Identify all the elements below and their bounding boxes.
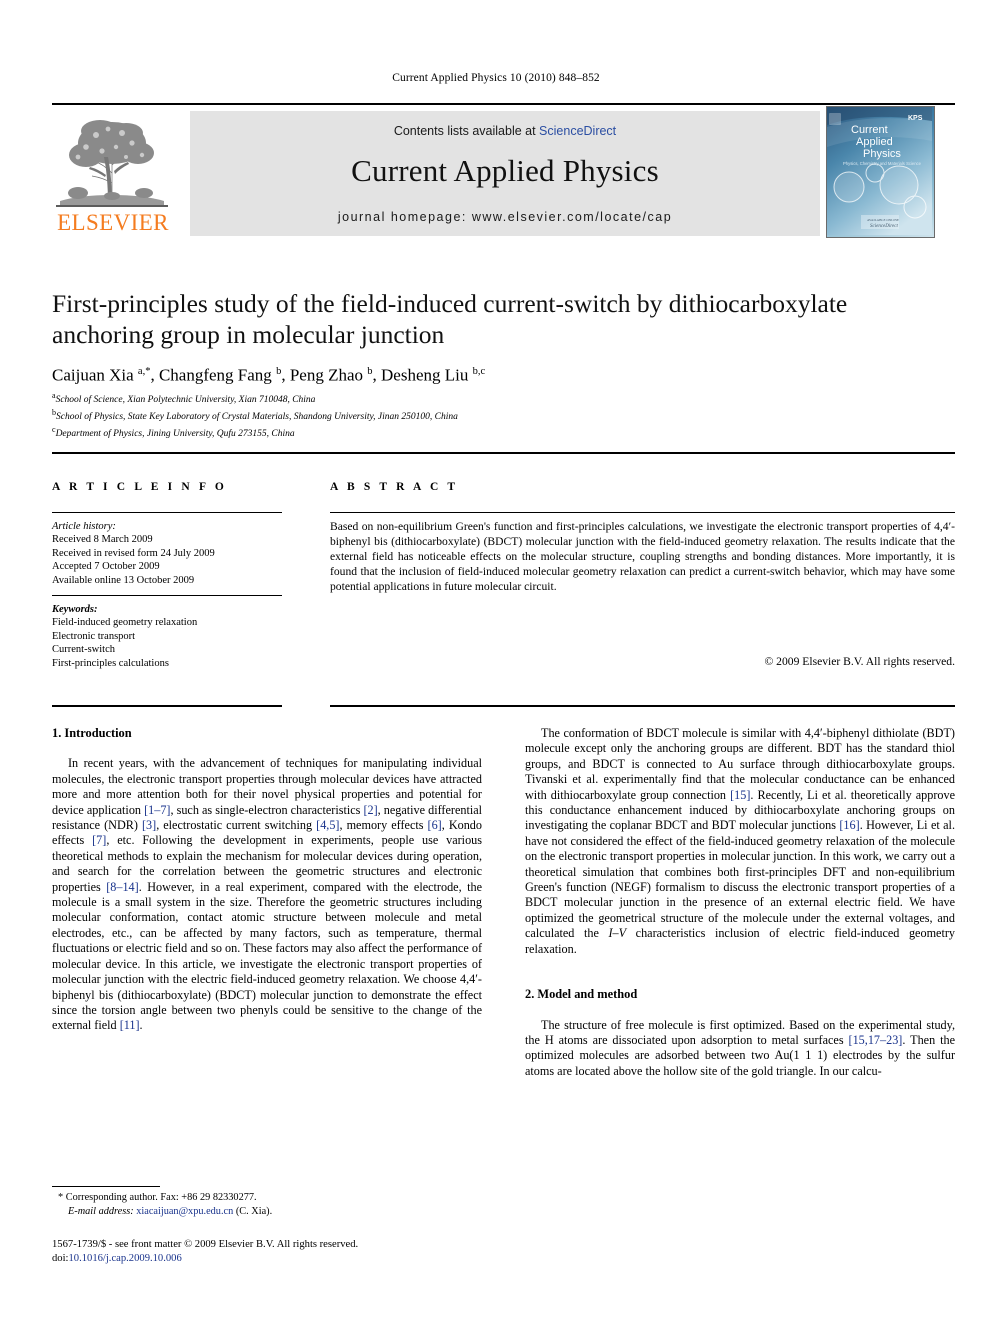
email-line: E-mail address: xiacaijuan@xpu.edu.cn (C… bbox=[58, 1205, 478, 1219]
email-label: E-mail address: bbox=[68, 1205, 134, 1217]
affiliation-b: bSchool of Physics, State Key Laboratory… bbox=[52, 407, 932, 424]
running-head: Current Applied Physics 10 (2010) 848–85… bbox=[392, 72, 600, 84]
doi-label: doi: bbox=[52, 1252, 69, 1264]
article-info-rule bbox=[52, 512, 282, 513]
history-online: Available online 13 October 2009 bbox=[52, 574, 195, 586]
article-info-heading: A R T I C L E I N F O bbox=[52, 481, 227, 493]
issn-copyright-block: 1567-1739/$ - see front matter © 2009 El… bbox=[52, 1238, 522, 1265]
svg-text:ScienceDirect: ScienceDirect bbox=[870, 224, 898, 229]
abstract-heading: A B S T R A C T bbox=[330, 481, 459, 493]
affiliation-text-c: Department of Physics, Jining University… bbox=[55, 428, 295, 439]
footnote-marker: * bbox=[58, 1192, 64, 1203]
keyword-item: Field-induced geometry relaxation bbox=[52, 617, 198, 629]
email-suffix: (C. Xia). bbox=[235, 1205, 273, 1217]
affiliation-a: aSchool of Science, Xian Polytechnic Uni… bbox=[52, 390, 932, 407]
svg-text:Current: Current bbox=[851, 124, 888, 136]
abstract-rule bbox=[330, 512, 955, 513]
sciencedirect-link[interactable]: ScienceDirect bbox=[539, 124, 616, 138]
keyword-item: Current-switch bbox=[52, 644, 115, 656]
email-link[interactable]: xiacaijuan@xpu.edu.cn bbox=[136, 1206, 233, 1217]
svg-text:AVAILABLE ONLINE: AVAILABLE ONLINE bbox=[867, 218, 899, 222]
corresponding-author-text: Corresponding author. Fax: +86 29 823302… bbox=[65, 1192, 257, 1203]
keywords-label: Keywords: bbox=[52, 604, 98, 615]
svg-text:KPS: KPS bbox=[908, 115, 923, 122]
section-heading-model-and-method: 2. Model and method bbox=[525, 987, 638, 1002]
article-history: Article history: Received 8 March 2009 R… bbox=[52, 520, 287, 587]
history-received: Received 8 March 2009 bbox=[52, 534, 153, 546]
contents-available-line: Contents lists available at ScienceDirec… bbox=[190, 124, 820, 138]
contents-prefix: Contents lists available at bbox=[393, 124, 540, 138]
model-paragraph: The structure of free molecule is first … bbox=[525, 1017, 955, 1078]
masthead-top-rule bbox=[52, 103, 955, 105]
article-history-label: Article history: bbox=[52, 521, 116, 532]
body-column-left: 1. Introduction In recent years, with th… bbox=[52, 726, 482, 1034]
abstract-text: Based on non-equilibrium Green's functio… bbox=[330, 520, 955, 594]
journal-homepage-link[interactable]: journal homepage: www.elsevier.com/locat… bbox=[190, 210, 820, 224]
footnote-rule bbox=[52, 1186, 160, 1187]
journal-masthead: ELSEVIER Contents lists available at Sci… bbox=[52, 103, 955, 238]
paper-page: Current Applied Physics 10 (2010) 848–85… bbox=[0, 0, 992, 1323]
issn-front-matter: 1567-1739/$ - see front matter © 2009 El… bbox=[52, 1239, 359, 1250]
keyword-list: Keywords: Field-induced geometry relaxat… bbox=[52, 603, 287, 670]
history-accepted: Accepted 7 October 2009 bbox=[52, 561, 160, 573]
affiliation-text-b: School of Physics, State Key Laboratory … bbox=[56, 411, 458, 422]
elsevier-tree-icon bbox=[56, 113, 168, 209]
svg-text:Physics: Physics bbox=[863, 148, 901, 160]
article-info-bottom-rule bbox=[52, 705, 282, 707]
history-revised: Received in revised form 24 July 2009 bbox=[52, 547, 215, 559]
journal-title: Current Applied Physics bbox=[351, 153, 659, 188]
intro-paragraph: In recent years, with the advancement of… bbox=[52, 756, 483, 1033]
info-block-top-rule bbox=[52, 452, 955, 454]
svg-text:Physics, Chemistry and Materia: Physics, Chemistry and Materials Science bbox=[843, 161, 922, 166]
svg-text:Applied: Applied bbox=[856, 136, 893, 148]
doi-line: doi:10.1016/j.cap.2009.10.006 bbox=[52, 1252, 522, 1266]
section-heading-introduction: 1. Introduction bbox=[52, 726, 132, 740]
keywords-rule bbox=[52, 595, 282, 596]
author-list: Caijuan Xia a,*, Changfeng Fang b, Peng … bbox=[52, 365, 486, 385]
corresponding-author-line: * Corresponding author. Fax: +86 29 8233… bbox=[58, 1191, 478, 1205]
sciencedirect-banner: Contents lists available at ScienceDirec… bbox=[190, 111, 820, 236]
affiliation-text-a: School of Science, Xian Polytechnic Univ… bbox=[55, 395, 316, 406]
doi-link[interactable]: 10.1016/j.cap.2009.10.006 bbox=[68, 1253, 181, 1264]
copyright-line: © 2009 Elsevier B.V. All rights reserved… bbox=[764, 655, 955, 668]
corresponding-author-note: * Corresponding author. Fax: +86 29 8233… bbox=[58, 1191, 478, 1218]
elsevier-wordmark: ELSEVIER bbox=[57, 210, 169, 235]
affiliation-list: aSchool of Science, Xian Polytechnic Uni… bbox=[52, 390, 932, 440]
journal-cover-thumbnail: Current Applied Physics Physics, Chemist… bbox=[826, 106, 935, 238]
keyword-item: First-principles calculations bbox=[52, 657, 169, 669]
elsevier-logo: ELSEVIER bbox=[52, 111, 174, 236]
article-title: First-principles study of the field-indu… bbox=[52, 289, 848, 349]
body-column-right: The conformation of BDCT molecule is sim… bbox=[525, 726, 955, 1079]
affiliation-c: cDepartment of Physics, Jining Universit… bbox=[52, 424, 932, 441]
conformation-paragraph: The conformation of BDCT molecule is sim… bbox=[525, 726, 956, 956]
abstract-bottom-rule bbox=[330, 705, 955, 707]
keyword-item: Electronic transport bbox=[52, 630, 136, 642]
